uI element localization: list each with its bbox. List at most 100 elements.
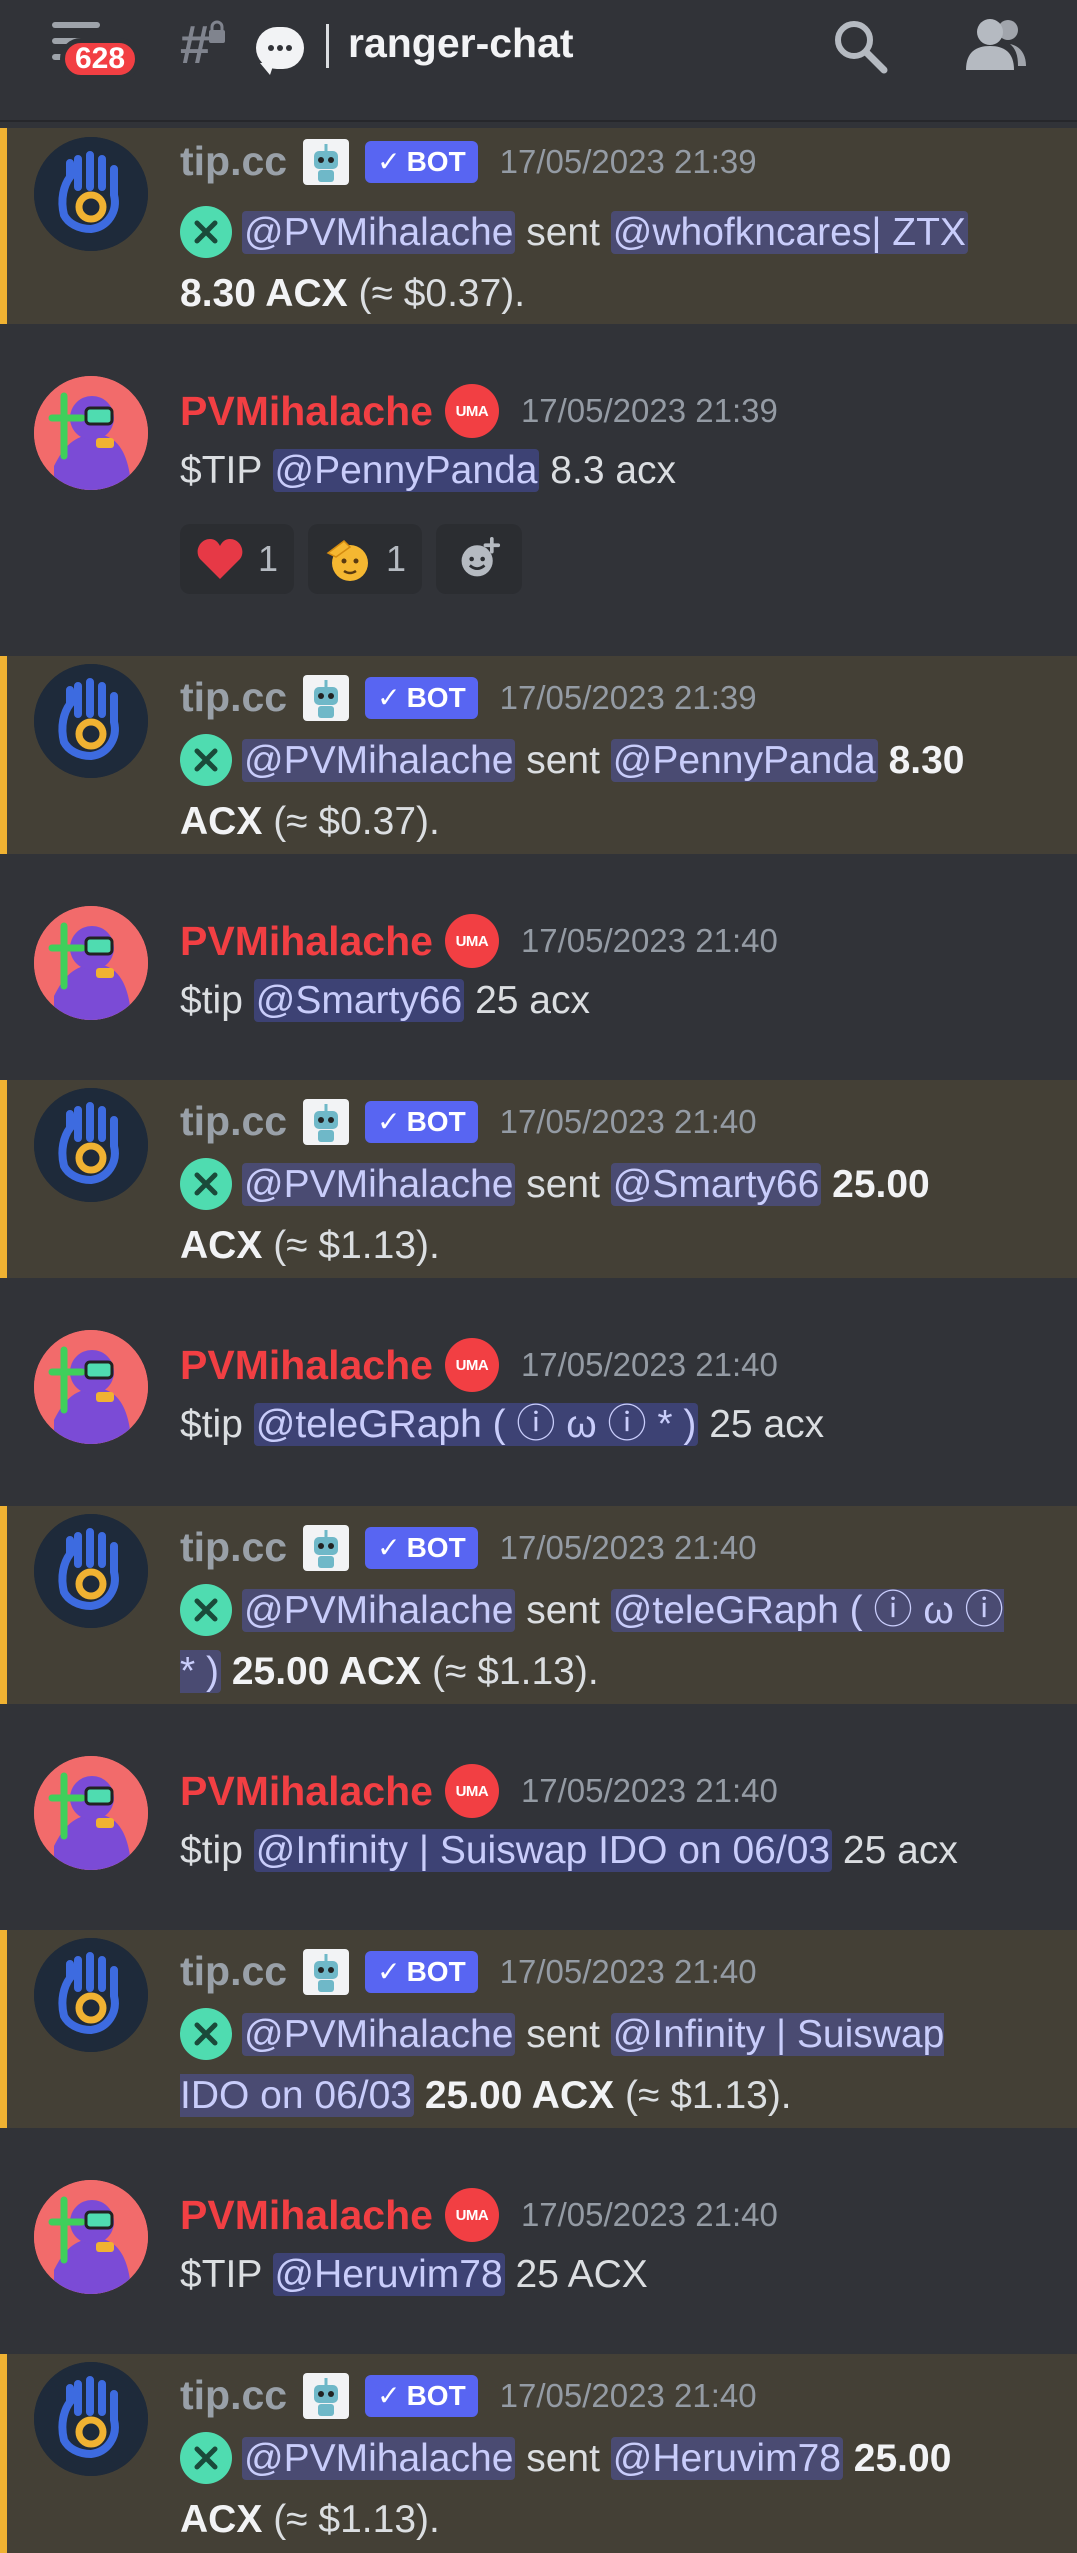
message-rest: 25 acx <box>842 1829 958 1872</box>
robot-emoji-icon <box>303 2372 350 2419</box>
amount: 25.00 ACX <box>231 1650 422 1693</box>
message-rest: 8.3 acx <box>550 449 677 492</box>
tipcc-avatar[interactable] <box>34 2362 148 2476</box>
bot-tag: ✓ BOT <box>365 2374 478 2417</box>
tipcc-avatar[interactable] <box>34 1938 148 2052</box>
author-name[interactable]: tip.cc <box>180 138 287 185</box>
sent-text: sent <box>526 1163 600 1206</box>
message-row[interactable]: PVMihalache UMA 17/05/2023 21:40 $tip @t… <box>0 1278 1077 1506</box>
author-name[interactable]: PVMihalache <box>180 1768 433 1815</box>
user-mention[interactable]: @PVMihalache <box>242 2437 516 2480</box>
command-text: $TIP <box>180 449 262 492</box>
user-mention[interactable]: @Infinity | Suiswap IDO on 06/03 <box>253 1829 833 1872</box>
heart-icon <box>196 537 244 581</box>
threads-icon[interactable] <box>256 27 304 75</box>
timestamp: 17/05/2023 21:40 <box>499 1952 757 1990</box>
search-icon[interactable] <box>832 18 888 74</box>
reaction-salute[interactable]: 1 <box>308 524 423 594</box>
author-name[interactable]: PVMihalache <box>180 388 433 435</box>
timestamp: 17/05/2023 21:39 <box>499 678 757 716</box>
message-row[interactable]: PVMihalache UMA 17/05/2023 21:40 $tip @I… <box>0 1704 1077 1930</box>
reaction-heart[interactable]: 1 <box>180 524 295 594</box>
timestamp: 17/05/2023 21:40 <box>499 1102 757 1140</box>
message-row[interactable]: tip.cc ✓ BOT 17/05/2023 21:40 @PVMihalach… <box>0 2354 1077 2553</box>
command-text: $tip <box>180 979 243 1022</box>
amount: 8.30 ACX <box>180 272 348 315</box>
header-divider <box>326 24 329 68</box>
bot-tag: ✓ BOT <box>365 1950 478 1993</box>
message-content: @PVMihalache sent @Infinity | Suiswap ID… <box>180 2004 1017 2126</box>
author-name[interactable]: PVMihalache <box>180 1342 433 1389</box>
bot-tag: ✓ BOT <box>365 676 478 719</box>
message-row[interactable]: tip.cc ✓ BOT 17/05/2023 21:39 @PVMihalach… <box>0 128 1077 324</box>
user-mention[interactable]: @teleGRaph ( ⓘ ω ⓘ * ) <box>253 1403 699 1446</box>
tipcc-avatar[interactable] <box>34 137 148 251</box>
user-mention[interactable]: @Heruvim78 <box>610 2437 843 2480</box>
message-row[interactable]: tip.cc ✓ BOT 17/05/2023 21:40 @PVMihalach… <box>0 1080 1077 1278</box>
user-mention[interactable]: @PVMihalache <box>242 211 516 254</box>
user-mention[interactable]: @PVMihalache <box>242 2013 516 2056</box>
message-content: @PVMihalache sent @PennyPanda 8.30 ACX (… <box>180 730 1017 852</box>
bot-tag: ✓ BOT <box>365 1100 478 1143</box>
tipcc-x-icon <box>180 1583 232 1636</box>
sent-text: sent <box>526 1589 600 1632</box>
message-content: @PVMihalache sent @Smarty66 25.00 ACX (≈… <box>180 1154 1017 1276</box>
tipcc-x-icon <box>180 1157 232 1210</box>
robot-emoji-icon <box>303 1524 350 1571</box>
author-name[interactable]: tip.cc <box>180 1098 287 1145</box>
pvmihalache-avatar[interactable] <box>34 1330 148 1444</box>
message-content: $TIP @PennyPanda 8.3 acx <box>180 440 1037 501</box>
pvmihalache-avatar[interactable] <box>34 2180 148 2294</box>
uma-role-badge: UMA <box>444 2188 499 2242</box>
author-name[interactable]: PVMihalache <box>180 2192 433 2239</box>
message-row[interactable]: tip.cc ✓ BOT 17/05/2023 21:39 @PVMihalach… <box>0 656 1077 854</box>
tipcc-avatar[interactable] <box>34 1514 148 1628</box>
robot-emoji-icon <box>303 1948 350 1995</box>
lock-icon <box>209 20 225 43</box>
timestamp: 17/05/2023 21:40 <box>520 1346 778 1383</box>
user-mention[interactable]: @PennyPanda <box>610 739 878 782</box>
user-mention[interactable]: @whofkncares| ZTX <box>610 211 968 254</box>
members-icon[interactable] <box>964 16 1028 72</box>
message-row[interactable]: PVMihalache UMA 17/05/2023 21:40 $tip @S… <box>0 854 1077 1080</box>
tipcc-avatar[interactable] <box>34 664 148 778</box>
tipcc-x-icon <box>180 2007 232 2060</box>
user-mention[interactable]: @Heruvim78 <box>272 2253 505 2296</box>
channel-name: ranger-chat <box>348 20 574 66</box>
message-content: $tip @Infinity | Suiswap IDO on 06/03 25… <box>180 1820 1037 1881</box>
timestamp: 17/05/2023 21:40 <box>499 2376 757 2414</box>
message-content: $TIP @Heruvim78 25 ACX <box>180 2244 1037 2305</box>
author-name[interactable]: PVMihalache <box>180 918 433 965</box>
add-reaction-button[interactable] <box>436 524 523 594</box>
tipcc-x-icon <box>180 733 232 786</box>
user-mention[interactable]: @PVMihalache <box>242 739 516 782</box>
message-row[interactable]: PVMihalache UMA 17/05/2023 21:39 $TIP @P… <box>0 324 1077 656</box>
message-rest: 25 ACX <box>515 2253 648 2296</box>
message-row[interactable]: PVMihalache UMA 17/05/2023 21:40 $TIP @H… <box>0 2128 1077 2354</box>
user-mention[interactable]: @PVMihalache <box>242 1163 516 1206</box>
user-mention[interactable]: @PVMihalache <box>242 1589 516 1632</box>
pvmihalache-avatar[interactable] <box>34 1756 148 1870</box>
tipcc-avatar[interactable] <box>34 1088 148 1202</box>
pvmihalache-avatar[interactable] <box>34 376 148 490</box>
message-row[interactable]: tip.cc ✓ BOT 17/05/2023 21:40 @PVMihalach… <box>0 1506 1077 1704</box>
sent-text: sent <box>526 2437 600 2480</box>
message-rest: 25 acx <box>475 979 590 1022</box>
usd-value: (≈ $1.13). <box>273 2498 440 2541</box>
timestamp: 17/05/2023 21:40 <box>520 1772 778 1809</box>
message-row[interactable]: tip.cc ✓ BOT 17/05/2023 21:40 @PVMihalach… <box>0 1930 1077 2128</box>
author-name[interactable]: tip.cc <box>180 2372 287 2419</box>
user-mention[interactable]: @PennyPanda <box>272 449 540 492</box>
author-name[interactable]: tip.cc <box>180 1524 287 1571</box>
bot-tag: ✓ BOT <box>365 140 478 183</box>
user-mention[interactable]: @Smarty66 <box>610 1163 822 1206</box>
user-mention[interactable]: @Smarty66 <box>253 979 465 1022</box>
pvmihalache-avatar[interactable] <box>34 906 148 1020</box>
usd-value: (≈ $1.13). <box>432 1650 599 1693</box>
sent-text: sent <box>526 739 600 782</box>
amount: 25.00 ACX <box>424 2074 615 2117</box>
message-content: $tip @Smarty66 25 acx <box>180 970 1037 1031</box>
author-name[interactable]: tip.cc <box>180 1948 287 1995</box>
author-name[interactable]: tip.cc <box>180 674 287 721</box>
notification-badge: 628 <box>60 38 141 80</box>
